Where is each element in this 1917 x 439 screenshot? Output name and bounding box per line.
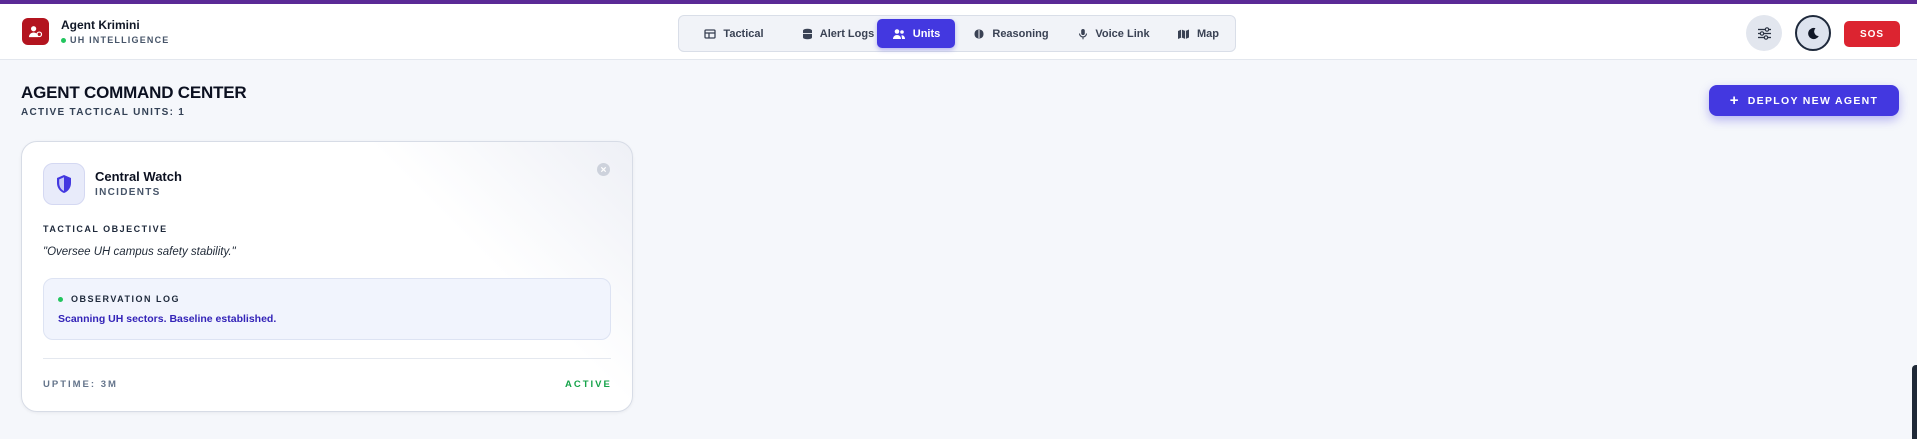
database-icon (802, 28, 812, 39)
deploy-new-agent-button[interactable]: + DEPLOY NEW AGENT (1709, 85, 1899, 116)
agent-badge-icon (22, 18, 49, 45)
page-title: AGENT COMMAND CENTER (21, 83, 247, 102)
microphone-icon (1079, 28, 1088, 39)
layout-icon (704, 28, 717, 39)
brain-icon (974, 29, 984, 38)
tab-reasoning[interactable]: Reasoning (961, 19, 1061, 48)
window-edge (1912, 365, 1917, 439)
brand: Agent Krimini UH INTELLIGENCE (22, 18, 170, 45)
unit-type: INCIDENTS (95, 187, 161, 198)
objective-text: "Oversee UH campus safety stability." (43, 246, 236, 258)
app-subtitle: UH INTELLIGENCE (61, 35, 170, 45)
tab-label: Alert Logs (819, 27, 875, 40)
sos-button[interactable]: SOS (1844, 21, 1900, 47)
users-icon (892, 28, 905, 39)
tab-label: Reasoning (992, 27, 1049, 40)
app-header: Agent Krimini UH INTELLIGENCE Tactical A… (0, 4, 1917, 60)
tab-label: Units (912, 27, 941, 40)
divider (43, 358, 611, 359)
remove-unit-button[interactable] (597, 163, 610, 176)
settings-button[interactable] (1746, 15, 1782, 51)
sliders-icon (1757, 26, 1771, 40)
plus-icon: + (1729, 91, 1740, 109)
shield-icon (43, 163, 85, 205)
map-icon (1178, 29, 1189, 39)
tab-label: Map (1197, 27, 1219, 40)
unit-uptime: UPTIME: 3M (43, 379, 118, 390)
moon-icon (1807, 27, 1819, 39)
observation-log-label: OBSERVATION LOG (71, 294, 181, 304)
tab-map[interactable]: Map (1164, 19, 1232, 48)
theme-toggle-button[interactable] (1795, 15, 1831, 51)
app-subtitle-text: UH INTELLIGENCE (70, 35, 170, 45)
tab-tactical[interactable]: Tactical (684, 19, 784, 48)
main-tab-bar: Tactical Alert Logs Units Reasoning Voic… (678, 15, 1236, 52)
close-icon (600, 166, 607, 173)
deploy-button-label: DEPLOY NEW AGENT (1747, 94, 1879, 107)
online-status-dot (61, 37, 66, 43)
observation-log-header: OBSERVATION LOG (58, 294, 180, 304)
tab-units[interactable]: Units (877, 19, 955, 48)
tab-label: Voice Link (1095, 27, 1150, 40)
objective-label: TACTICAL OBJECTIVE (43, 224, 168, 234)
unit-card: Central Watch INCIDENTS TACTICAL OBJECTI… (21, 141, 633, 412)
tab-voice-link[interactable]: Voice Link (1064, 19, 1164, 48)
observation-log-text: Scanning UH sectors. Baseline establishe… (58, 313, 277, 325)
live-status-dot (58, 296, 63, 302)
active-units-count: ACTIVE TACTICAL UNITS: 1 (21, 107, 186, 118)
unit-name: Central Watch (95, 169, 182, 184)
observation-log: OBSERVATION LOG Scanning UH sectors. Bas… (43, 278, 611, 340)
app-title: Agent Krimini (61, 18, 140, 32)
unit-status-badge: ACTIVE (565, 379, 612, 390)
tab-alert-logs[interactable]: Alert Logs (784, 19, 892, 48)
tab-label: Tactical (723, 27, 764, 40)
